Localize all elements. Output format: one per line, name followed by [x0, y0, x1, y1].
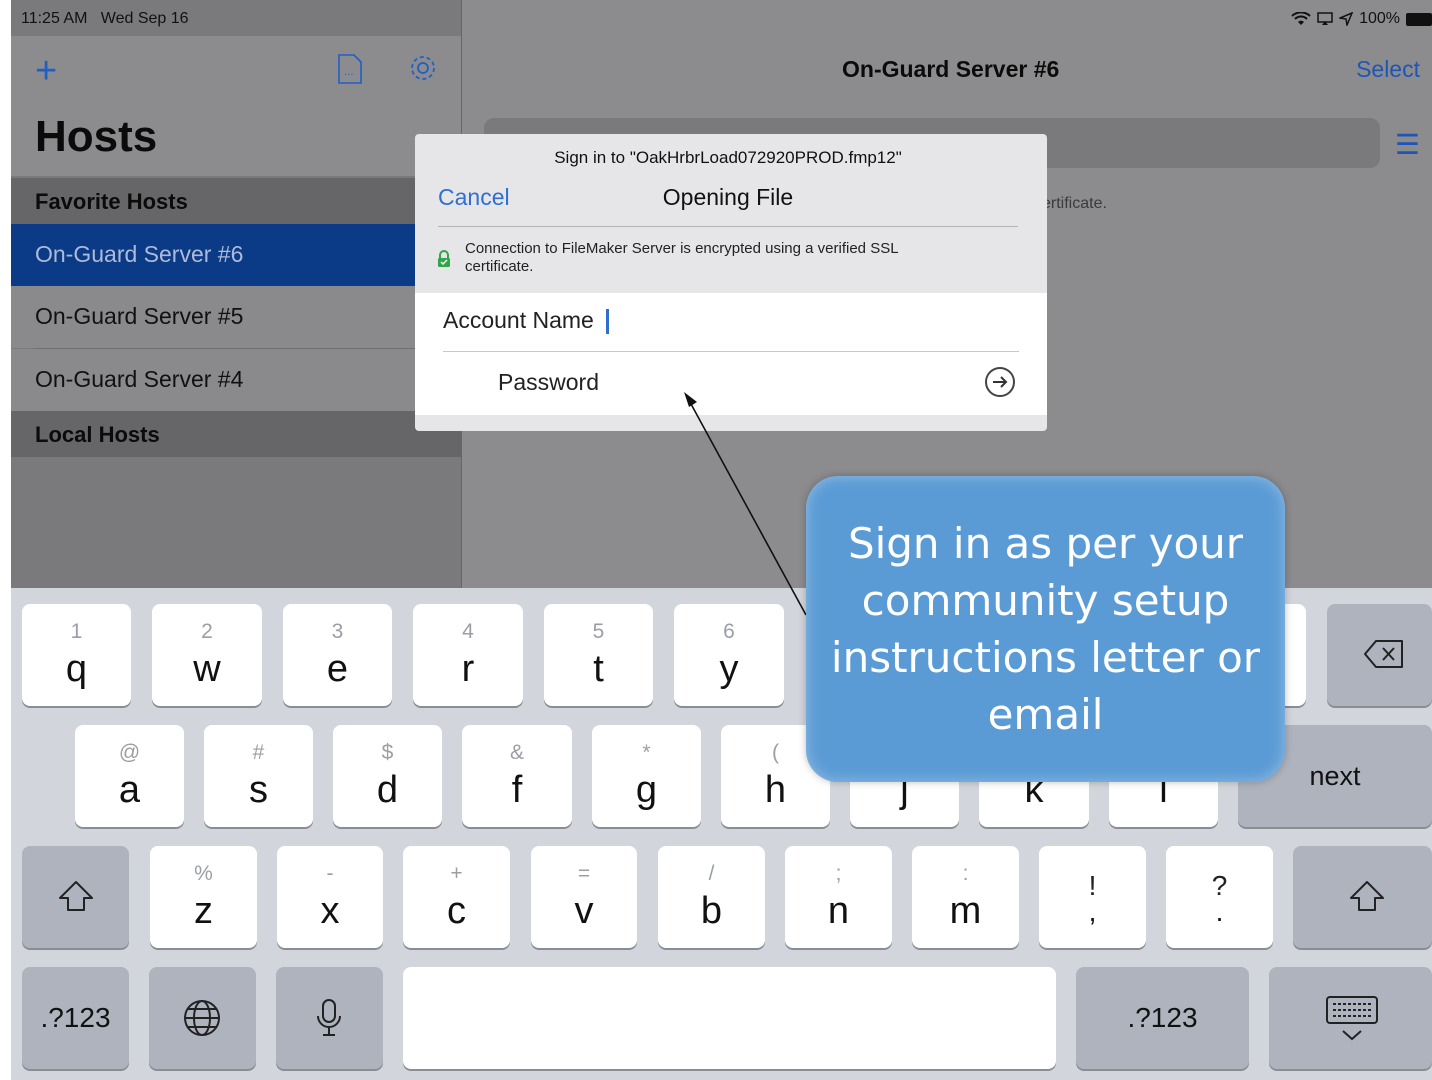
- key-d[interactable]: $ d: [333, 725, 442, 827]
- airplay-icon: [1317, 12, 1333, 25]
- select-button[interactable]: Select: [1356, 56, 1420, 83]
- dismiss-keyboard-key[interactable]: [1269, 967, 1432, 1069]
- text-cursor: [605, 309, 609, 335]
- key-g[interactable]: * g: [592, 725, 701, 827]
- key-b[interactable]: / b: [658, 846, 765, 948]
- key-f[interactable]: & f: [462, 725, 572, 827]
- wifi-icon: [1291, 12, 1311, 25]
- dialog-title: Opening File: [662, 184, 794, 210]
- shift-key-left[interactable]: [22, 846, 129, 948]
- detail-info-text: ertificate.: [1042, 195, 1107, 212]
- space-bar[interactable]: [403, 967, 1056, 1069]
- document-icon[interactable]: ...: [337, 53, 363, 85]
- sign-in-form: Account Name Password: [415, 293, 1047, 415]
- backspace-key[interactable]: [1327, 604, 1432, 706]
- arrow-right-icon: [993, 376, 1008, 388]
- globe-icon: [184, 1000, 220, 1036]
- svg-text:...: ...: [344, 67, 354, 78]
- key-n[interactable]: ; n: [785, 846, 892, 948]
- host-row-server-6[interactable]: On-Guard Server #6: [11, 224, 461, 286]
- key-c[interactable]: + c: [403, 846, 510, 948]
- shift-key-right[interactable]: [1293, 846, 1432, 948]
- key-r[interactable]: 4r: [413, 604, 523, 706]
- key-w[interactable]: 2w: [152, 604, 262, 706]
- page-title: Hosts: [35, 112, 158, 161]
- section-local-hosts: Local Hosts: [11, 411, 461, 457]
- battery-percent: 100%: [1359, 10, 1400, 27]
- keyboard-hide-icon: [1326, 996, 1378, 1041]
- gear-icon[interactable]: [407, 52, 439, 84]
- password-field[interactable]: Password: [498, 369, 599, 396]
- dialog-subtitle: Sign in to "OakHrbrLoad072920PROD.fmp12": [554, 148, 902, 167]
- ssl-note: Connection to FileMaker Server is encryp…: [465, 240, 898, 275]
- key-v[interactable]: = v: [531, 846, 637, 948]
- key-q[interactable]: 1q: [22, 604, 131, 706]
- key-s[interactable]: # s: [204, 725, 313, 827]
- dialog-divider: [438, 226, 1018, 227]
- plus-icon[interactable]: +: [35, 52, 57, 90]
- password-label: Password: [498, 369, 599, 395]
- instruction-callout: Sign in as per your community setup inst…: [806, 476, 1285, 782]
- key-z[interactable]: % z: [150, 846, 257, 948]
- status-bar: 11:25 AM Wed Sep 16 100%: [11, 0, 1432, 36]
- key-e[interactable]: 3e: [283, 604, 392, 706]
- globe-key[interactable]: [149, 967, 256, 1069]
- account-name-label: Account Name: [443, 307, 594, 333]
- shift-icon: [1350, 881, 1384, 911]
- key-m[interactable]: :m: [912, 846, 1019, 948]
- sidebar: + ... Hosts Favorite Hosts On-Guard Serv…: [11, 0, 462, 588]
- section-favorite-hosts: Favorite Hosts: [11, 178, 461, 224]
- microphone-icon: [317, 999, 341, 1036]
- key-question-period[interactable]: ?.: [1166, 846, 1273, 948]
- numbers-key-left[interactable]: .?123: [22, 967, 129, 1069]
- shift-icon: [59, 881, 93, 911]
- sign-in-arrow-button[interactable]: [985, 367, 1015, 397]
- host-row-server-4[interactable]: On-Guard Server #4: [11, 349, 461, 411]
- status-time: 11:25 AM Wed Sep 16: [21, 10, 189, 27]
- microphone-key[interactable]: [276, 967, 383, 1069]
- list-icon[interactable]: ☰: [1395, 128, 1420, 161]
- status-icons: 100%: [1291, 10, 1432, 28]
- account-name-field[interactable]: Account Name: [443, 307, 609, 335]
- numbers-key-right[interactable]: .?123: [1076, 967, 1249, 1069]
- key-exclamation-comma[interactable]: !,: [1039, 846, 1146, 948]
- form-divider: [443, 351, 1019, 352]
- battery-icon: [1406, 12, 1432, 26]
- sign-in-dialog: Sign in to "OakHrbrLoad072920PROD.fmp12"…: [415, 134, 1047, 431]
- backspace-icon: [1364, 640, 1403, 668]
- key-y[interactable]: 6y: [674, 604, 784, 706]
- lock-icon: [438, 250, 450, 267]
- key-t[interactable]: 5t: [544, 604, 653, 706]
- key-x[interactable]: -x: [277, 846, 383, 948]
- location-icon: [1339, 12, 1354, 26]
- key-a[interactable]: @ a: [75, 725, 184, 827]
- host-row-server-5[interactable]: On-Guard Server #5: [11, 286, 461, 348]
- detail-title: On-Guard Server #6: [842, 56, 1060, 82]
